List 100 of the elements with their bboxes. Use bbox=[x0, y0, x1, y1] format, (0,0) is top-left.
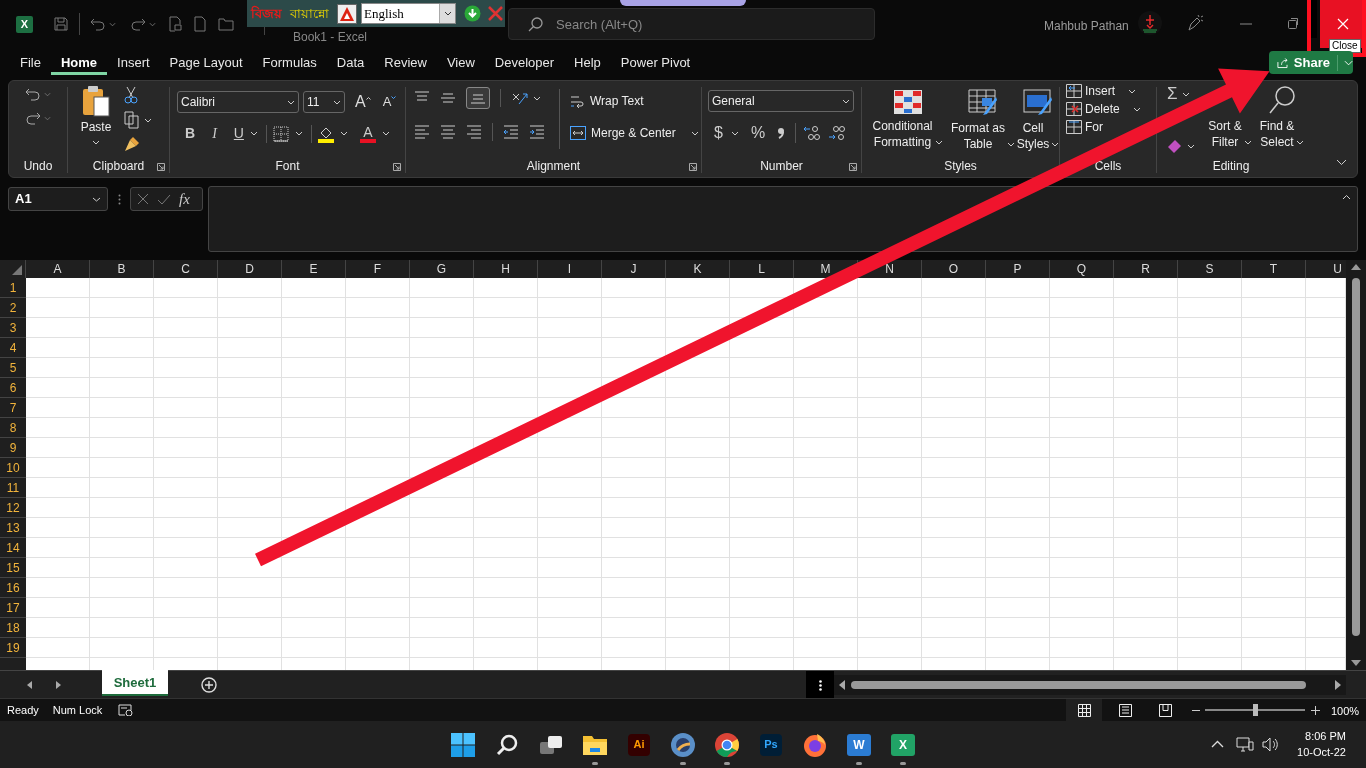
accessibility-icon[interactable] bbox=[118, 704, 134, 716]
merge-center-button[interactable]: Merge & Center bbox=[570, 123, 699, 143]
right-arrow-icon[interactable] bbox=[1335, 680, 1341, 690]
illustrator-icon[interactable]: Ai bbox=[628, 733, 650, 756]
task-view-icon[interactable] bbox=[539, 733, 563, 756]
row-header[interactable]: 13 bbox=[0, 518, 26, 538]
avatar-icon[interactable] bbox=[1138, 11, 1162, 35]
align-left-icon[interactable] bbox=[414, 125, 430, 139]
borders-icon[interactable] bbox=[272, 125, 289, 142]
chevron-up-icon[interactable] bbox=[1211, 740, 1224, 748]
folder-icon[interactable] bbox=[582, 733, 608, 756]
more-options-icon[interactable] bbox=[818, 679, 822, 691]
increase-decimal-icon[interactable] bbox=[803, 125, 821, 141]
scroll-thumb[interactable] bbox=[851, 681, 1306, 689]
row-header[interactable]: 15 bbox=[0, 558, 26, 578]
column-header[interactable]: U bbox=[1333, 260, 1342, 278]
column-header[interactable]: G bbox=[436, 260, 447, 278]
previous-sheet-icon[interactable] bbox=[27, 680, 32, 689]
ribbon-tab[interactable]: Home bbox=[50, 53, 108, 75]
ribbon-tab[interactable]: Insert bbox=[107, 53, 160, 75]
row-header[interactable]: 10 bbox=[0, 458, 26, 478]
row-header[interactable]: 5 bbox=[0, 358, 26, 378]
row-header[interactable]: 17 bbox=[0, 598, 26, 618]
row-header[interactable]: 7 bbox=[0, 398, 26, 418]
align-center-icon[interactable] bbox=[440, 125, 456, 139]
column-header[interactable]: N bbox=[885, 260, 894, 278]
row-header[interactable]: 12 bbox=[0, 498, 26, 518]
download-icon[interactable] bbox=[464, 5, 481, 22]
caret-icon[interactable] bbox=[1187, 143, 1195, 149]
row-header[interactable]: 16 bbox=[0, 578, 26, 598]
clock-time[interactable]: 8:06 PM bbox=[1305, 728, 1346, 744]
font-color-button[interactable]: A bbox=[359, 124, 376, 143]
photoshop-icon[interactable]: Ps bbox=[760, 733, 782, 756]
caret-icon[interactable] bbox=[730, 130, 739, 136]
formula-input[interactable] bbox=[208, 186, 1358, 252]
row-header[interactable]: 19 bbox=[0, 638, 26, 658]
next-sheet-icon[interactable] bbox=[56, 680, 61, 689]
column-header[interactable]: L bbox=[758, 260, 765, 278]
column-header[interactable]: H bbox=[501, 260, 510, 278]
new-file-icon[interactable] bbox=[194, 16, 206, 32]
caret-icon[interactable] bbox=[249, 131, 258, 136]
underline-button[interactable]: U bbox=[233, 123, 244, 144]
font-size-dropdown[interactable]: 11 bbox=[303, 91, 345, 113]
row-header[interactable]: 2 bbox=[0, 298, 26, 318]
currency-button[interactable]: $ bbox=[714, 121, 723, 145]
row-header[interactable]: 4 bbox=[0, 338, 26, 358]
orientation-icon[interactable] bbox=[511, 90, 529, 106]
firefox-icon[interactable] bbox=[803, 732, 827, 757]
styles-button[interactable]: Conditional Formatting bbox=[866, 89, 949, 157]
copy-icon[interactable] bbox=[124, 111, 140, 129]
undo-icon[interactable] bbox=[25, 87, 41, 101]
column-header[interactable]: Q bbox=[1076, 260, 1087, 278]
column-header[interactable]: A bbox=[53, 260, 62, 278]
shrink-font-button[interactable]: A bbox=[382, 92, 392, 112]
print-preview-icon[interactable] bbox=[168, 16, 182, 32]
row-header[interactable]: 9 bbox=[0, 438, 26, 458]
search-field[interactable]: Search (Alt+Q) bbox=[508, 8, 875, 40]
name-box[interactable]: A1 bbox=[8, 187, 108, 211]
caret-icon[interactable] bbox=[381, 131, 390, 136]
select-all-icon[interactable] bbox=[12, 265, 22, 275]
editing-button[interactable]: Find & Select bbox=[1259, 85, 1305, 157]
cells-button[interactable]: For bbox=[1066, 119, 1103, 135]
scissors-icon[interactable] bbox=[124, 86, 138, 104]
volume-icon[interactable] bbox=[1262, 737, 1278, 752]
slider-thumb[interactable] bbox=[1252, 704, 1258, 716]
align-bottom-button[interactable] bbox=[466, 87, 490, 109]
windows-icon[interactable] bbox=[451, 732, 475, 757]
column-header[interactable]: O bbox=[948, 260, 959, 278]
dialog-launcher-icon[interactable] bbox=[157, 163, 165, 171]
redo-icon[interactable] bbox=[130, 17, 146, 31]
styles-button[interactable]: Cell Styles bbox=[1017, 89, 1059, 157]
dialog-launcher-icon[interactable] bbox=[689, 163, 697, 171]
dialog-launcher-icon[interactable] bbox=[393, 163, 401, 171]
increase-indent-icon[interactable] bbox=[529, 125, 545, 139]
network-icon[interactable] bbox=[1236, 736, 1254, 753]
caret-icon[interactable] bbox=[144, 117, 152, 123]
ribbon-tab[interactable]: Power Pivot bbox=[610, 53, 701, 75]
row-header[interactable]: 8 bbox=[0, 418, 26, 438]
photo-viewer-icon[interactable] bbox=[670, 731, 696, 758]
language-dropdown[interactable]: English bbox=[361, 3, 456, 24]
vertical-scrollbar[interactable] bbox=[1346, 260, 1366, 670]
bold-button[interactable]: B bbox=[185, 123, 196, 144]
cancel-icon[interactable] bbox=[137, 193, 149, 205]
zoom-level[interactable]: 100% bbox=[1331, 703, 1360, 720]
pen-icon[interactable] bbox=[1186, 14, 1204, 32]
cells-button[interactable]: Delete bbox=[1066, 101, 1141, 117]
percent-button[interactable]: % bbox=[750, 121, 766, 145]
page-layout-view-icon[interactable] bbox=[1119, 704, 1132, 717]
autosum-button[interactable]: Σ bbox=[1167, 85, 1178, 103]
column-header[interactable]: C bbox=[181, 260, 190, 278]
decrease-indent-icon[interactable] bbox=[503, 125, 519, 139]
grow-font-button[interactable]: A bbox=[355, 90, 366, 114]
font-name-dropdown[interactable]: Calibri bbox=[177, 91, 299, 113]
paste-button[interactable]: Paste bbox=[76, 85, 116, 157]
caret-icon[interactable] bbox=[1181, 91, 1190, 97]
normal-view-icon[interactable] bbox=[1077, 703, 1091, 717]
scroll-thumb[interactable] bbox=[1352, 278, 1360, 636]
column-header[interactable]: D bbox=[245, 260, 254, 278]
comma-style-icon[interactable] bbox=[777, 127, 786, 139]
add-sheet-icon[interactable] bbox=[201, 676, 217, 693]
